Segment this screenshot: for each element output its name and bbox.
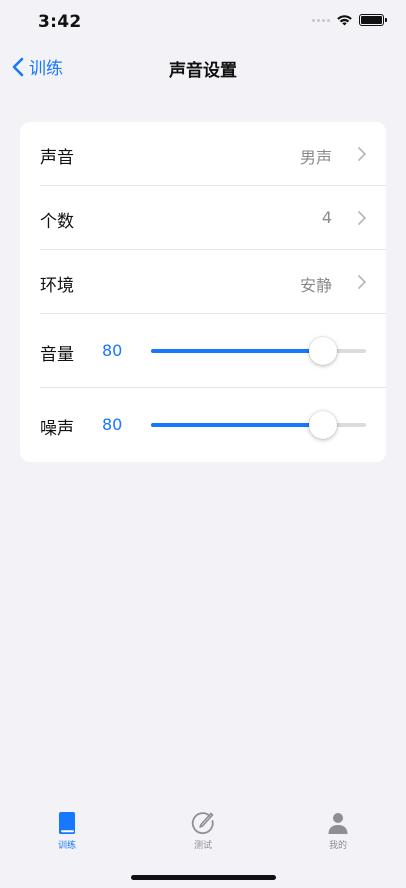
tab-label: 训练: [57, 841, 76, 851]
volume-slider[interactable]: [151, 337, 366, 365]
status-bar: 3:42: [0, 0, 406, 44]
noise-value: 80: [102, 415, 123, 434]
chevron-right-icon: [358, 211, 366, 225]
settings-card: 声音 男声 个数 4 环境 安静 音量 80 噪声 80: [20, 122, 386, 462]
slider-fill: [151, 349, 323, 353]
settings-row-noise: 噪声 80: [20, 388, 386, 462]
slider-fill: [151, 423, 323, 427]
tab-test[interactable]: 测试: [163, 810, 243, 851]
slider-label: 音量: [40, 345, 74, 365]
tab-label: 我的: [328, 841, 347, 851]
settings-row-volume: 音量 80: [20, 314, 386, 387]
slider-thumb[interactable]: [309, 411, 337, 439]
tab-training[interactable]: 训练: [27, 810, 107, 851]
book-icon: [59, 812, 75, 834]
status-indicators: [312, 14, 387, 26]
wifi-icon: [337, 15, 352, 26]
chevron-right-icon: [358, 275, 366, 289]
cellular-signal-icon: [312, 18, 330, 22]
tab-label: 测试: [193, 841, 212, 851]
settings-row-label: 个数: [40, 212, 74, 232]
settings-row-value: 男声: [299, 148, 332, 167]
settings-row-label: 声音: [40, 148, 74, 168]
settings-row-value: 安静: [299, 276, 332, 295]
settings-row-voice[interactable]: 声音 男声: [20, 122, 386, 185]
status-time: 3:42: [38, 12, 82, 32]
noise-slider[interactable]: [151, 411, 366, 439]
home-indicator: [131, 875, 276, 880]
slider-thumb[interactable]: [309, 337, 337, 365]
battery-icon: [359, 14, 387, 26]
pencil-circle-icon: [191, 812, 214, 835]
page-title: 声音设置: [169, 61, 237, 81]
person-icon: [328, 813, 348, 834]
settings-row-count[interactable]: 个数 4: [20, 186, 386, 249]
settings-row-value: 4: [321, 208, 332, 227]
settings-row-label: 环境: [40, 276, 74, 296]
tab-profile[interactable]: 我的: [298, 810, 378, 851]
settings-row-environment[interactable]: 环境 安静: [20, 250, 386, 313]
screen: 3:42 训练 声音设置 声音 男声 个数 4 环境 安静 音量 80 噪声 8…: [0, 0, 406, 888]
slider-label: 噪声: [40, 419, 74, 439]
chevron-right-icon: [358, 147, 366, 161]
navigation-bar: 训练 声音设置: [0, 44, 406, 88]
volume-value: 80: [102, 341, 123, 360]
